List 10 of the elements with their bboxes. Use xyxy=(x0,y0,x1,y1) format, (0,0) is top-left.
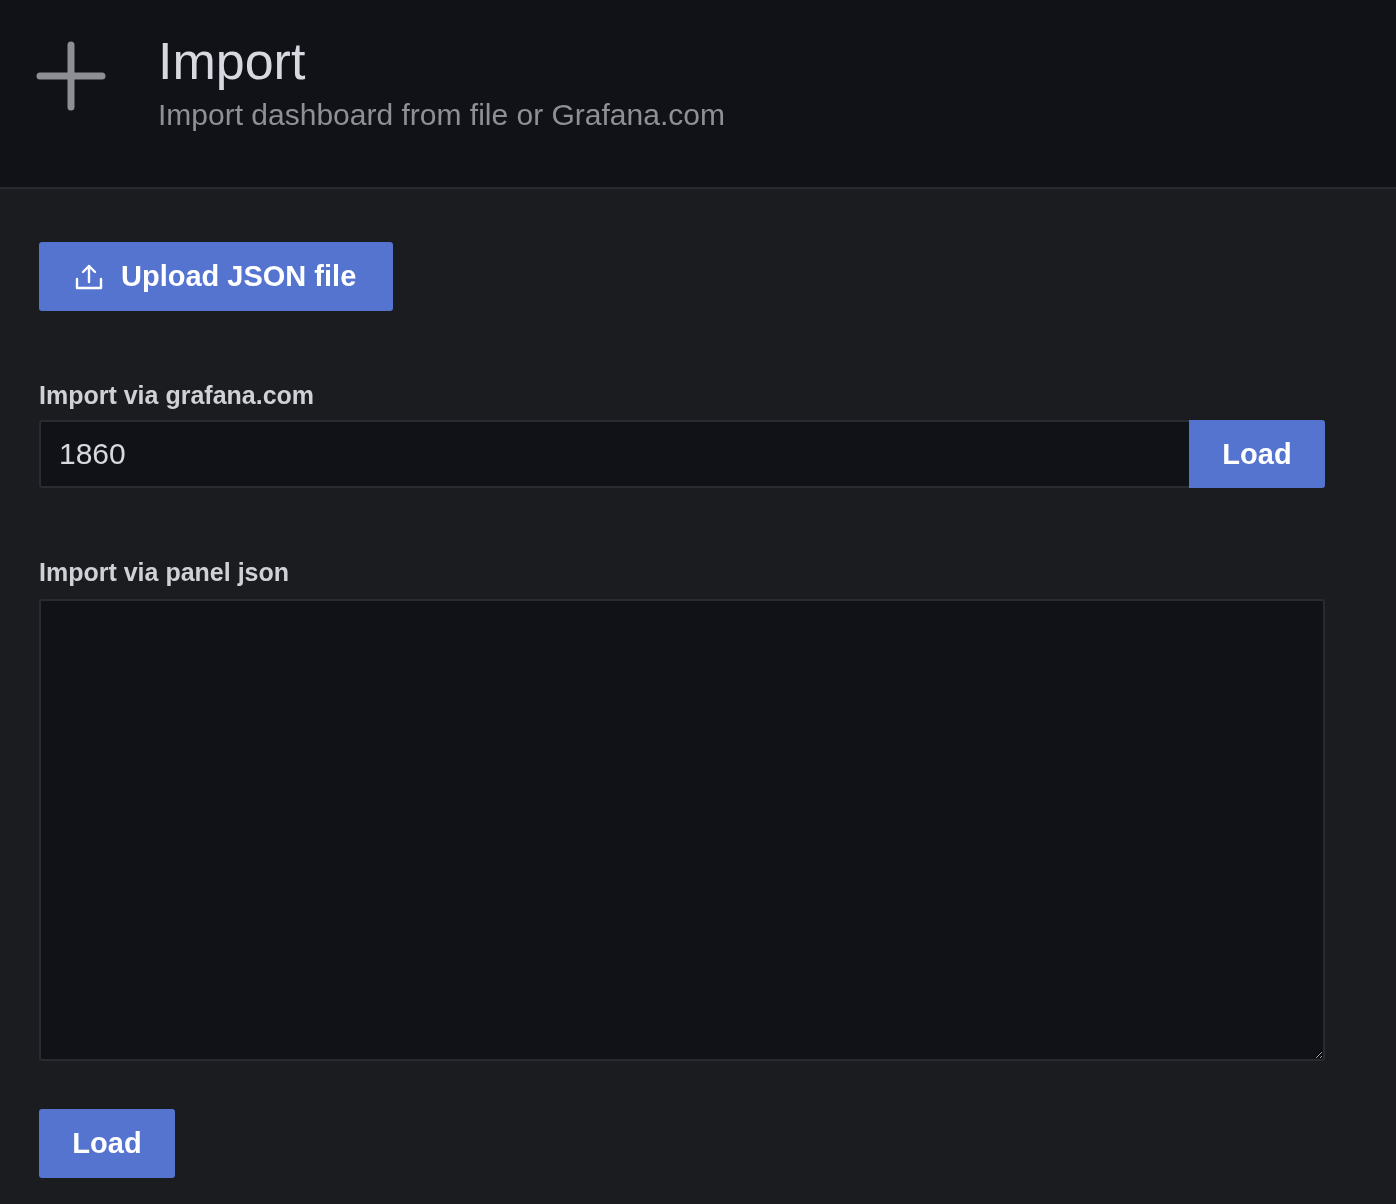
field-label: Import via panel json xyxy=(39,558,290,587)
panel-json-field[interactable] xyxy=(39,599,1325,1061)
load-button[interactable]: Load xyxy=(1189,420,1325,488)
page-title: Import xyxy=(158,31,307,92)
plus-icon xyxy=(36,41,106,111)
field-label: Import via grafana.com xyxy=(39,381,315,410)
load-button[interactable]: Load xyxy=(39,1109,175,1178)
grafana-id-field[interactable]: 1860 xyxy=(39,420,1189,488)
page-subtitle: Import dashboard from file or Grafana.com xyxy=(158,98,725,132)
upload-button[interactable]: Upload JSON file xyxy=(39,242,393,311)
